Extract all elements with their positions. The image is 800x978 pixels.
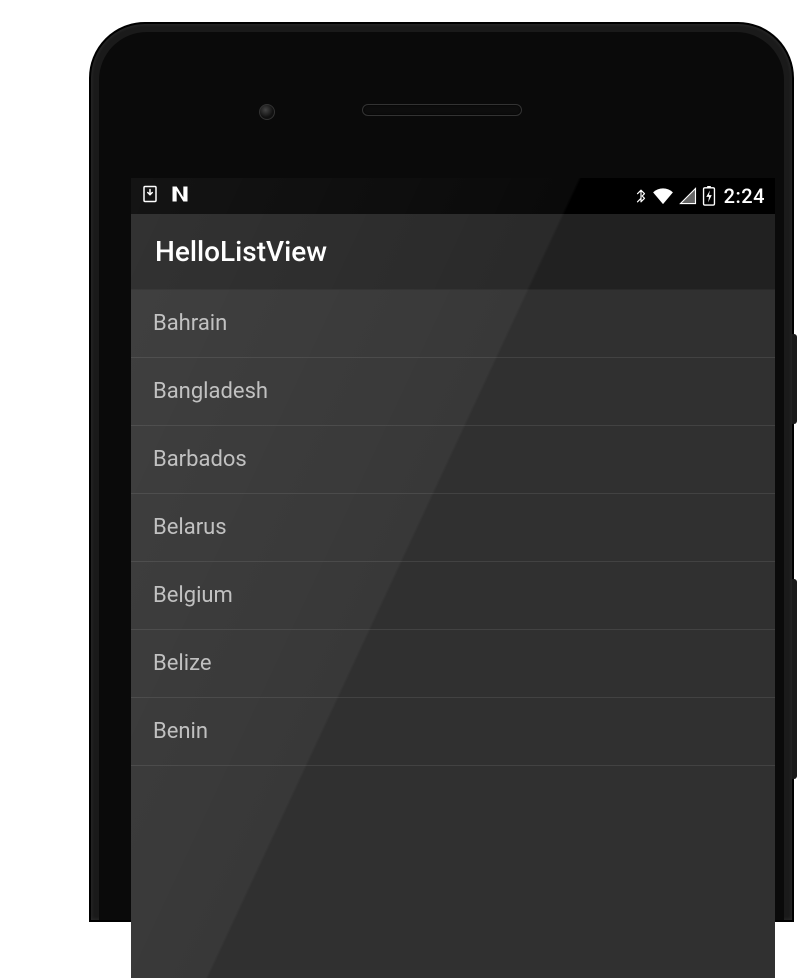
list-item-label: Belgium <box>153 583 233 608</box>
list-item-label: Belarus <box>153 515 227 540</box>
download-icon <box>141 184 159 208</box>
clock: 2:24 <box>724 184 765 208</box>
android-n-icon <box>169 184 191 209</box>
list-item-label: Barbados <box>153 447 247 472</box>
screen: 2:24 HelloListView Bahrain Bangladesh Ba… <box>131 178 775 978</box>
status-bar: 2:24 <box>131 178 775 214</box>
front-camera <box>259 104 275 120</box>
list-item[interactable]: Benin <box>131 698 775 766</box>
list-item-label: Bangladesh <box>153 379 268 404</box>
app-title: HelloListView <box>155 235 327 268</box>
list-item[interactable]: Bangladesh <box>131 358 775 426</box>
battery-charging-icon <box>702 186 716 206</box>
wifi-icon <box>652 187 674 205</box>
list-item-label: Benin <box>153 719 208 744</box>
status-left <box>141 184 191 209</box>
app-bar: HelloListView <box>131 214 775 290</box>
list-item[interactable]: Barbados <box>131 426 775 494</box>
bluetooth-icon <box>634 186 648 206</box>
list-item[interactable]: Belgium <box>131 562 775 630</box>
list-item[interactable]: Bahrain <box>131 290 775 358</box>
signal-icon <box>678 187 698 205</box>
list-item[interactable]: Belarus <box>131 494 775 562</box>
list-item-label: Bahrain <box>153 311 227 336</box>
volume-button <box>792 579 797 779</box>
phone-frame: 2:24 HelloListView Bahrain Bangladesh Ba… <box>89 22 794 922</box>
country-list[interactable]: Bahrain Bangladesh Barbados Belarus Belg… <box>131 290 775 834</box>
list-item-label: Belize <box>153 651 211 676</box>
list-item[interactable]: Belize <box>131 630 775 698</box>
status-right: 2:24 <box>634 184 765 208</box>
phone-bezel: 2:24 HelloListView Bahrain Bangladesh Ba… <box>99 32 784 920</box>
earpiece <box>362 104 522 116</box>
list-item[interactable] <box>131 766 775 834</box>
power-button <box>792 334 797 424</box>
